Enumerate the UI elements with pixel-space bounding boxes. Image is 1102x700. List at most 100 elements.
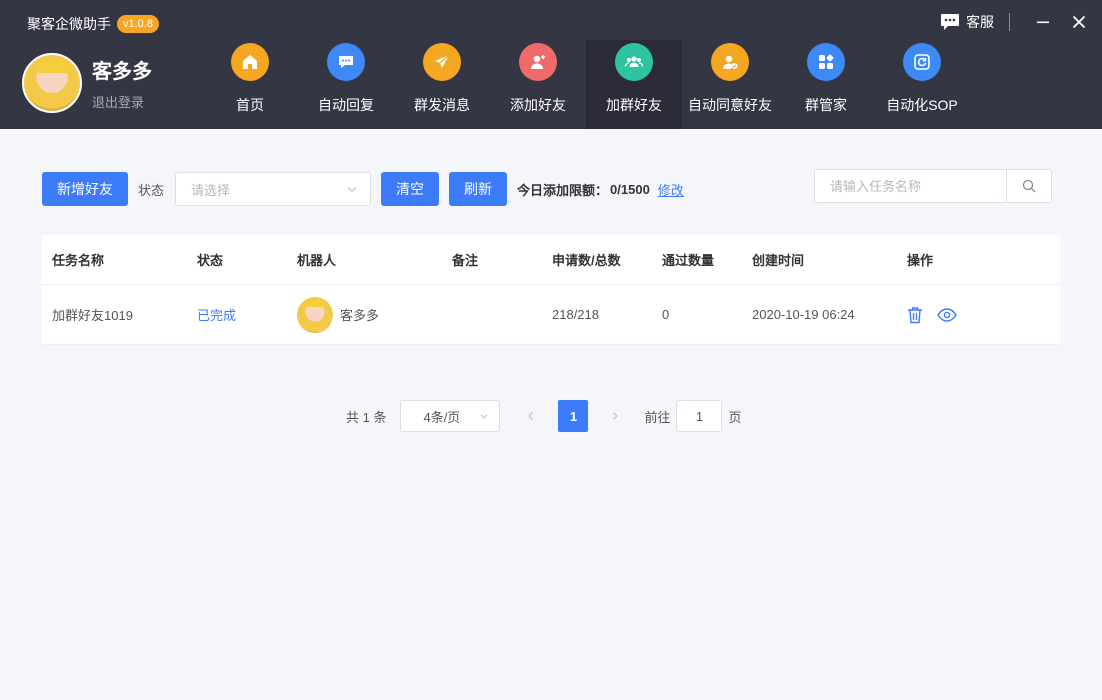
- nav-icon-circle: [231, 43, 269, 81]
- prev-page-button[interactable]: [516, 400, 546, 432]
- nav-label: 群管家: [805, 97, 847, 113]
- nav-icon-circle: [327, 43, 365, 81]
- cell-passed: 0: [662, 307, 670, 322]
- goto-page-input[interactable]: [676, 400, 723, 432]
- nav-item-auto-accept[interactable]: 自动同意好友: [682, 40, 778, 129]
- nav-item-add-friend[interactable]: 添加好友: [490, 40, 586, 129]
- cell-created: 2020-10-19 06:24: [752, 307, 855, 322]
- delete-button[interactable]: [907, 306, 923, 324]
- task-search: [814, 169, 1052, 203]
- toolbar: 新增好友 状态 请选择 清空 刷新 今日添加限额： 0/1500 修改: [42, 172, 684, 206]
- next-page-button[interactable]: [600, 400, 630, 432]
- add-friend-button[interactable]: 新增好友: [42, 172, 128, 206]
- paper-plane-icon: [435, 54, 450, 68]
- cell-task-name: 加群好友1019: [52, 308, 133, 323]
- page-number-current[interactable]: 1: [558, 400, 589, 432]
- version-badge: v1.0.8: [117, 15, 159, 33]
- nav-label: 首页: [236, 97, 264, 113]
- close-button[interactable]: [1066, 9, 1092, 35]
- nav-icon-circle: [519, 43, 557, 81]
- view-button[interactable]: [937, 307, 957, 322]
- minimize-button[interactable]: [1030, 9, 1056, 35]
- header-note: 备注: [452, 253, 479, 268]
- pagination: 共 1 条 4条/页 1 前往 页: [346, 400, 742, 432]
- nav-item-home[interactable]: 首页: [202, 40, 298, 129]
- user-block: 客多多 退出登录: [22, 53, 152, 113]
- add-user-icon: [531, 55, 545, 69]
- app-name: 聚客企微助手: [27, 16, 111, 32]
- header-robot: 机器人: [297, 253, 337, 268]
- minimize-icon: [1037, 21, 1049, 24]
- chevron-left-icon: [528, 412, 534, 420]
- status-select[interactable]: 请选择: [175, 172, 372, 206]
- search-icon: [1022, 179, 1036, 193]
- nav-icon-circle: [615, 43, 653, 81]
- nav-icon-circle: [807, 43, 845, 81]
- group-icon: [624, 56, 644, 67]
- close-icon: [1072, 15, 1086, 29]
- apps-icon: [819, 54, 834, 69]
- nav-icon-circle: [711, 43, 749, 81]
- search-button[interactable]: [1006, 170, 1051, 202]
- chevron-right-icon: [613, 412, 619, 420]
- user-check-icon: [723, 55, 738, 69]
- app-header: 聚客企微助手 v1.0.8 客服 客多多 退出登录 首页 自动回复 群发消息 添…: [0, 0, 1102, 129]
- cell-robot: 客多多: [297, 296, 452, 333]
- user-name: 客多多: [92, 61, 152, 83]
- nav-label: 群发消息: [414, 97, 470, 113]
- user-info: 客多多 退出登录: [92, 55, 152, 111]
- status-label: 状态: [138, 182, 165, 198]
- customer-service-label: 客服: [966, 14, 994, 30]
- cell-requests: 218/218: [552, 307, 599, 322]
- page-size-value: 4条/页: [423, 409, 461, 425]
- quota-label: 今日添加限额：: [517, 182, 609, 198]
- chevron-down-icon: [347, 187, 357, 193]
- nav-icon-circle: [423, 43, 461, 81]
- total-count: 共 1 条: [346, 409, 387, 425]
- search-input[interactable]: [815, 170, 1006, 202]
- task-table: 任务名称 状态 机器人 备注 申请数/总数 通过数量 创建时间 操作 加群好友1…: [42, 235, 1060, 345]
- page-size-select[interactable]: 4条/页: [400, 400, 501, 432]
- nav-label: 添加好友: [510, 97, 566, 113]
- refresh-button[interactable]: 刷新: [449, 172, 508, 206]
- goto-label: 前往: [644, 409, 671, 425]
- nav-item-auto-reply[interactable]: 自动回复: [298, 40, 394, 129]
- nav-label: 加群好友: [606, 97, 662, 113]
- nav-item-automation-sop[interactable]: 自动化SOP: [874, 40, 970, 129]
- cell-actions: [907, 306, 1060, 324]
- quota-value: 0/1500: [610, 181, 650, 197]
- header-requests: 申请数/总数: [552, 253, 621, 268]
- trash-icon: [908, 306, 922, 323]
- logout-link[interactable]: 退出登录: [92, 92, 152, 111]
- chevron-down-icon: [481, 414, 488, 419]
- nav-item-broadcast[interactable]: 群发消息: [394, 40, 490, 129]
- modify-quota-link[interactable]: 修改: [658, 180, 684, 199]
- table-header: 任务名称 状态 机器人 备注 申请数/总数 通过数量 创建时间 操作: [42, 235, 1060, 285]
- status-select-placeholder: 请选择: [191, 182, 231, 198]
- customer-service-button[interactable]: 客服: [940, 12, 994, 32]
- eye-icon: [937, 307, 957, 322]
- chat-icon: [941, 14, 959, 30]
- clear-button[interactable]: 清空: [381, 172, 440, 206]
- app-title: 聚客企微助手 v1.0.8: [27, 14, 159, 34]
- nav-label: 自动回复: [318, 97, 374, 113]
- nav-item-group-manager[interactable]: 群管家: [778, 40, 874, 129]
- nav-label: 自动化SOP: [886, 97, 958, 113]
- nav-icon-circle: [903, 43, 941, 81]
- home-icon: [243, 55, 257, 69]
- table-row: 加群好友1019 已完成 客多多 218/218 0 2020-10-19 06…: [42, 285, 1060, 345]
- page-suffix: 页: [728, 409, 742, 425]
- main-nav: 首页 自动回复 群发消息 添加好友 加群好友 自动同意好友 群管家 自动化SOP: [202, 40, 970, 129]
- nav-item-group-friends[interactable]: 加群好友: [586, 40, 682, 129]
- refresh-icon: [914, 54, 930, 70]
- user-avatar[interactable]: [22, 53, 82, 113]
- header-created: 创建时间: [752, 253, 805, 268]
- header-actions: 操作: [907, 253, 934, 268]
- robot-avatar: [297, 296, 333, 333]
- header-passed: 通过数量: [662, 253, 715, 268]
- nav-label: 自动同意好友: [688, 97, 772, 113]
- chat-bubble-icon: [339, 56, 353, 68]
- header-task-name: 任务名称: [52, 253, 105, 268]
- window-divider: [1009, 13, 1010, 31]
- cell-status: 已完成: [197, 308, 237, 323]
